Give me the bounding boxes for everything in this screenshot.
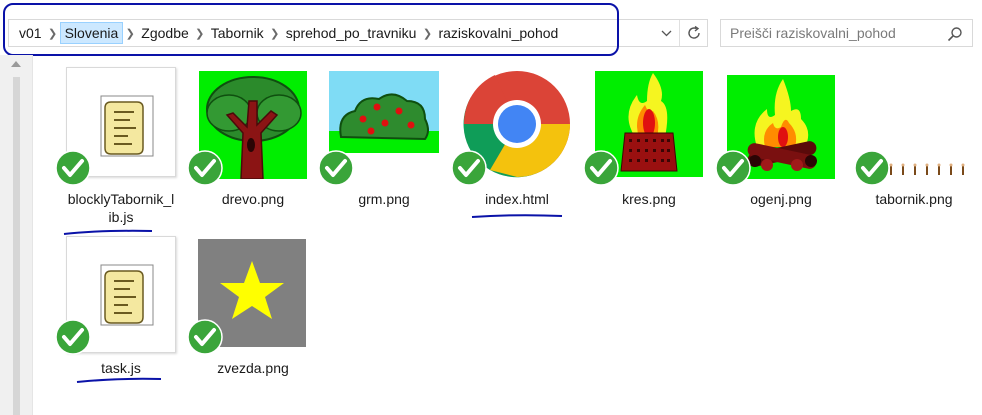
breadcrumb-item-v01[interactable]: v01 — [15, 22, 46, 44]
file-name: task.js — [101, 360, 141, 376]
address-bar[interactable]: v01 ❯ Slovenia ❯ Zgodbe ❯ Tabornik ❯ spr… — [8, 19, 708, 47]
file-explorer-window: v01 ❯ Slovenia ❯ Zgodbe ❯ Tabornik ❯ spr… — [0, 0, 982, 415]
breadcrumb-item-zgodbe[interactable]: Zgodbe — [137, 22, 192, 44]
file-name: grm.png — [358, 191, 410, 207]
chevron-right-icon[interactable]: ❯ — [268, 27, 282, 40]
breadcrumb-item-sprehod-po-travniku[interactable]: sprehod_po_travniku — [282, 22, 421, 44]
refresh-button[interactable] — [679, 20, 707, 46]
file-name: kres.png — [622, 191, 676, 207]
file-name: zvezda.png — [217, 360, 289, 376]
sync-status-check-icon — [854, 150, 890, 186]
annotation-underline — [471, 214, 563, 218]
scroll-thumb[interactable] — [13, 77, 20, 415]
breadcrumb-item-slovenia[interactable]: Slovenia — [59, 22, 124, 44]
sync-status-check-icon — [187, 319, 223, 355]
sync-status-check-icon — [55, 319, 91, 355]
breadcrumb-item-tabornik[interactable]: Tabornik — [207, 22, 268, 44]
scroll-up-arrow-icon[interactable] — [11, 61, 21, 67]
file-name: tabornik.png — [875, 191, 953, 207]
breadcrumb-item-raziskovalni-pohod[interactable]: raziskovalni_pohod — [434, 22, 562, 44]
file-name: ogenj.png — [750, 191, 812, 207]
refresh-icon — [687, 25, 700, 39]
file-name: drevo.png — [221, 191, 285, 207]
chevron-right-icon[interactable]: ❯ — [123, 27, 137, 40]
breadcrumb: v01 ❯ Slovenia ❯ Zgodbe ❯ Tabornik ❯ spr… — [9, 20, 562, 46]
sync-status-check-icon — [187, 150, 223, 186]
sync-status-check-icon — [55, 150, 91, 186]
chevron-right-icon[interactable]: ❯ — [46, 27, 60, 40]
chevron-right-icon[interactable]: ❯ — [193, 27, 207, 40]
chevron-down-icon — [661, 30, 671, 36]
sync-status-check-icon — [318, 150, 354, 186]
search-icon[interactable] — [947, 26, 963, 42]
search-input[interactable] — [721, 21, 941, 45]
address-history-dropdown[interactable] — [655, 20, 677, 46]
sync-status-check-icon — [451, 150, 487, 186]
navigation-pane-scrollbar[interactable] — [0, 55, 33, 415]
file-name: index.html — [485, 191, 549, 207]
sync-status-check-icon — [583, 150, 619, 186]
sync-status-check-icon — [715, 150, 751, 186]
file-name: blocklyTabornik_l ib.js — [67, 191, 175, 225]
search-box[interactable] — [720, 19, 973, 47]
chevron-right-icon[interactable]: ❯ — [420, 27, 434, 40]
